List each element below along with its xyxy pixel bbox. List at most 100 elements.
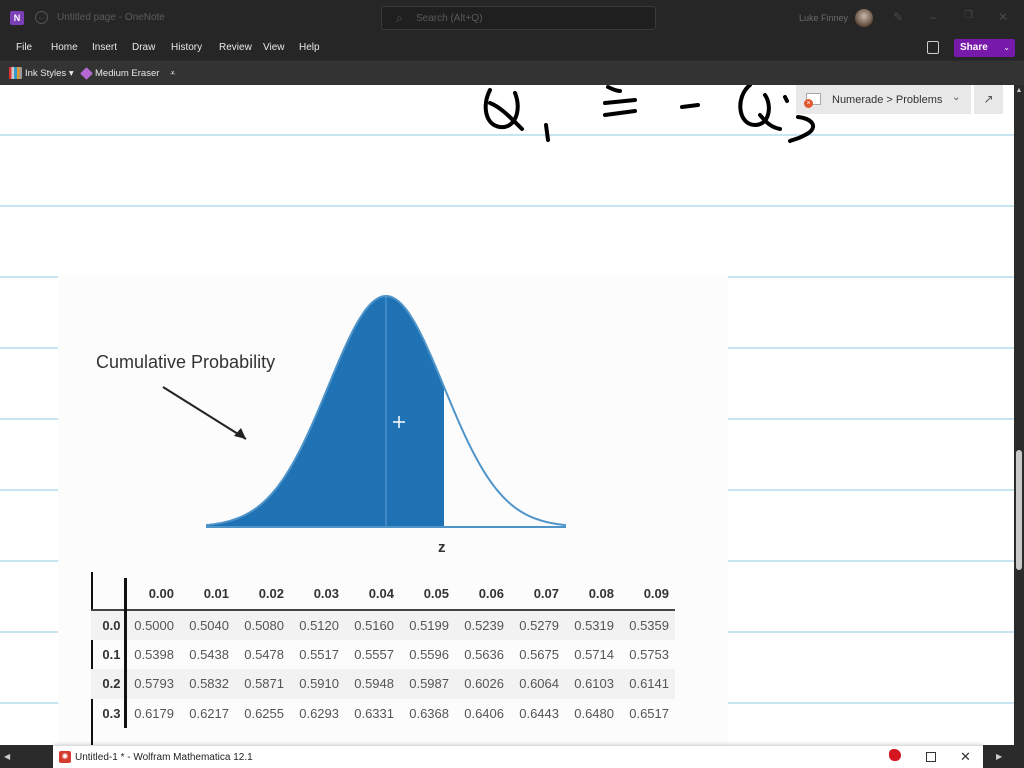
restore-icon[interactable]: ❐ — [964, 10, 973, 21]
table-cell: 0.5359 — [620, 610, 675, 640]
table-cell: 0.5987 — [400, 669, 455, 699]
table-cell: 0.6293 — [299, 705, 339, 721]
menu-insert[interactable]: Insert — [92, 42, 117, 53]
breadcrumb-label: Numerade > Problems — [832, 94, 943, 106]
table-cell: 0.5279 — [510, 610, 565, 640]
table-cell: 0.6443 — [519, 705, 559, 721]
table-row: 0.3 0.6179 0.6217 0.6255 0.6293 0.6331 0.6368 0… — [91, 698, 675, 728]
ink-styles-icon — [9, 67, 22, 79]
chevron-down-icon[interactable]: ⌄ — [1003, 39, 1010, 57]
table-cell: 0.5199 — [400, 610, 455, 640]
ribbon-overflow-icon[interactable]: ⩡ — [170, 68, 175, 79]
search-input[interactable]: ⌕ Search (Alt+Q) — [381, 6, 656, 30]
table-cell: 0.5319 — [565, 610, 620, 640]
chevron-down-icon[interactable]: ⌄ — [952, 92, 960, 103]
menu-view[interactable]: View — [263, 42, 285, 53]
share-button[interactable]: Share ⌄ — [954, 39, 1015, 57]
table-cell: 0.6103 — [565, 669, 620, 699]
col-header: 0.09 — [620, 578, 675, 611]
notebook-breadcrumb[interactable]: × Numerade > Problems ⌄ — [796, 85, 971, 114]
close-icon[interactable]: ✕ — [960, 749, 971, 765]
close-icon[interactable]: ✕ — [998, 10, 1008, 24]
table-cell: 0.5398 — [134, 646, 174, 662]
z-table: 0.00 0.01 0.02 0.03 0.04 0.05 0.06 0.07 … — [91, 578, 675, 728]
avatar[interactable] — [855, 9, 873, 27]
col-header: 0.00 — [125, 578, 180, 611]
user-name[interactable]: Luke Finney — [799, 13, 848, 23]
table-cell: 0.5160 — [345, 610, 400, 640]
menu-history[interactable]: History — [171, 42, 202, 53]
table-cell: 0.5832 — [180, 669, 235, 699]
ruby-icon[interactable] — [889, 749, 901, 761]
menu-help[interactable]: Help — [299, 42, 320, 53]
table-cell: 0.5438 — [189, 646, 229, 662]
table-cell: 0.5080 — [235, 610, 290, 640]
medium-eraser-button[interactable]: Medium Eraser — [95, 68, 159, 79]
table-cell: 0.5239 — [455, 610, 510, 640]
col-header: 0.04 — [345, 578, 400, 611]
table-cell: 0.6331 — [354, 705, 394, 721]
expand-icon[interactable]: ↗ — [974, 85, 1003, 114]
table-cell: 0.5478 — [244, 646, 284, 662]
table-cell: 0.6141 — [620, 669, 675, 699]
table-cell: 0.5596 — [409, 646, 449, 662]
table-cell: 0.6179 — [134, 705, 174, 721]
col-header: 0.06 — [455, 578, 510, 611]
annotation-arrow — [162, 386, 247, 440]
table-cell: 0.5517 — [299, 646, 339, 662]
eraser-icon — [80, 67, 93, 80]
table-cell: 0.6255 — [244, 705, 284, 721]
ribbon: Ink Styles ▾ Medium Eraser ⩡ — [0, 60, 1024, 85]
table-row: 0.0 0.5000 0.5040 0.5080 0.5120 0.5160 0.5199 0… — [91, 610, 675, 640]
ink-styles-button[interactable]: Ink Styles ▾ — [25, 68, 74, 79]
col-header: 0.01 — [180, 578, 235, 611]
pen-icon[interactable]: ✎ — [893, 10, 903, 24]
row-header: 0.0 — [91, 610, 127, 640]
shaded-area — [206, 296, 444, 527]
sync-error-icon: × — [804, 99, 813, 108]
table-cell: 0.6026 — [455, 669, 510, 699]
mathematica-icon: ✺ — [59, 751, 71, 763]
back-arrow-icon[interactable]: ← — [35, 11, 48, 24]
scrollbar-thumb[interactable] — [1016, 450, 1022, 570]
menu-file[interactable]: File — [16, 42, 32, 53]
table-cell: 0.5910 — [290, 669, 345, 699]
mathematica-window[interactable]: ✺ Untitled-1 * - Wolfram Mathematica 12.… — [53, 745, 983, 768]
maximize-icon[interactable] — [926, 752, 936, 762]
table-cell: 0.5040 — [180, 610, 235, 640]
minimize-icon[interactable]: – — [930, 10, 937, 24]
col-header: 0.03 — [290, 578, 345, 611]
table-cell: 0.5557 — [354, 646, 394, 662]
table-cell: 0.5000 — [125, 610, 180, 640]
scroll-right-icon[interactable]: ▶ — [996, 752, 1002, 761]
menu-review[interactable]: Review — [219, 42, 252, 53]
vertical-scrollbar[interactable]: ▲ — [1014, 85, 1024, 745]
search-placeholder: Search (Alt+Q) — [416, 13, 483, 24]
table-cell: 0.6064 — [510, 669, 565, 699]
handwriting-ink[interactable]: Q1 ≟ -Q3 — [480, 85, 830, 150]
menu-draw[interactable]: Draw — [132, 42, 155, 53]
page-canvas[interactable]: Q1 ≟ -Q3 × Numerade > Problems ⌄ ↗ Cumul… — [0, 85, 1014, 745]
scroll-left-icon[interactable]: ◀ — [4, 752, 10, 761]
search-icon: ⌕ — [396, 11, 403, 25]
table-cell: 0.6480 — [574, 705, 614, 721]
table-cell: 0.6406 — [464, 705, 504, 721]
row-header: 0.2 — [91, 669, 127, 699]
table-cell: 0.6517 — [629, 705, 669, 721]
sticky-notes-icon[interactable] — [927, 41, 939, 54]
col-header: 0.05 — [400, 578, 455, 611]
mathematica-window-title: Untitled-1 * - Wolfram Mathematica 12.1 — [75, 752, 253, 763]
z-label: z — [438, 539, 446, 556]
table-corner — [91, 578, 127, 611]
table-cell: 0.5636 — [464, 646, 504, 662]
table-cell: 0.5793 — [125, 669, 180, 699]
menu-home[interactable]: Home — [51, 42, 78, 53]
table-cell: 0.5871 — [235, 669, 290, 699]
scroll-up-icon[interactable]: ▲ — [1015, 87, 1023, 95]
table-cell: 0.5948 — [345, 669, 400, 699]
rule-line — [0, 205, 1014, 207]
share-label: Share — [960, 42, 988, 53]
table-row: 0.1 0.5398 0.5438 0.5478 0.5517 0.5557 0.5596 0… — [91, 639, 675, 669]
embedded-image[interactable]: Cumulative Probability z 0.00 0.01 0.02 … — [58, 276, 728, 745]
row-header: 0.1 — [91, 639, 127, 669]
